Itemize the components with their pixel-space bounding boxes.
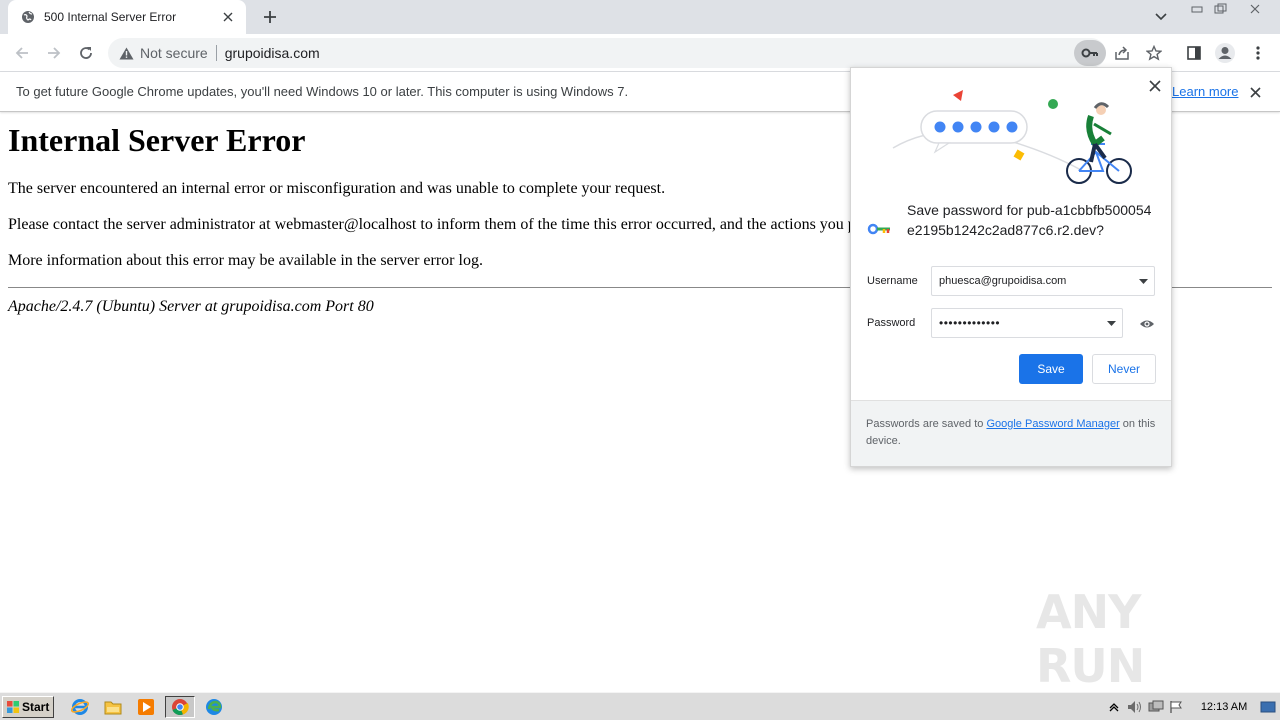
footer-text-prefix: Passwords are saved to	[866, 418, 987, 430]
error-paragraph-3: More information about this error may be…	[8, 252, 483, 269]
start-label: Start	[22, 700, 50, 714]
network-icon[interactable]	[1145, 697, 1166, 717]
reload-button[interactable]	[72, 39, 100, 67]
password-value[interactable]: •••••••••••••	[939, 316, 1100, 330]
password-illustration	[892, 90, 1132, 184]
edge-icon[interactable]	[199, 696, 229, 718]
key-icon	[867, 223, 890, 235]
warning-icon[interactable]	[118, 45, 134, 61]
minimize-button[interactable]	[1184, 0, 1210, 18]
close-tab-icon[interactable]	[220, 9, 236, 25]
username-label: Username	[867, 275, 918, 287]
show-password-eye-icon[interactable]	[1137, 316, 1157, 332]
globe-icon	[20, 9, 36, 25]
password-dropdown-icon[interactable]	[1100, 309, 1122, 337]
tab-active[interactable]: 500 Internal Server Error	[8, 0, 246, 34]
back-button[interactable]	[8, 39, 36, 67]
volume-icon[interactable]	[1125, 697, 1146, 717]
side-panel-icon[interactable]	[1180, 39, 1208, 67]
username-field[interactable]: phuesca@grupoidisa.com	[931, 266, 1155, 296]
tray-expand-icon[interactable]	[1104, 697, 1125, 717]
profile-avatar-icon[interactable]	[1211, 39, 1239, 67]
never-button[interactable]: Never	[1092, 354, 1156, 384]
window-close-button[interactable]	[1242, 0, 1268, 18]
media-player-icon[interactable]	[131, 696, 161, 718]
file-explorer-icon[interactable]	[98, 696, 128, 718]
restore-button[interactable]	[1208, 0, 1234, 18]
system-tray: 12:13 AM	[1104, 696, 1278, 718]
chrome-taskbar-icon[interactable]	[165, 696, 195, 718]
username-value[interactable]: phuesca@grupoidisa.com	[939, 275, 1132, 287]
start-button[interactable]: Start	[2, 696, 54, 718]
forward-button[interactable]	[40, 39, 68, 67]
infobar-close-icon[interactable]	[1246, 83, 1264, 101]
password-field[interactable]: •••••••••••••	[931, 308, 1123, 338]
address-bar[interactable]: Not secure grupoidisa.com	[108, 38, 1106, 68]
dialog-title: Save password for pub-a1cbbfb500054e2195…	[907, 202, 1152, 238]
tab-strip: 500 Internal Server Error	[0, 0, 1280, 34]
show-desktop-icon[interactable]	[1257, 697, 1278, 717]
tab-title: 500 Internal Server Error	[44, 10, 177, 24]
new-tab-button[interactable]	[258, 5, 282, 29]
windows-taskbar: Start 12:13 AM	[0, 692, 1280, 720]
windows-logo-icon	[7, 701, 19, 713]
learn-more-link[interactable]: Learn more	[1172, 84, 1238, 99]
screen: 500 Internal Server Error Not secure gru…	[0, 0, 1280, 720]
dialog-footer: Passwords are saved to Google Password M…	[851, 400, 1171, 466]
page-title: Internal Server Error	[8, 122, 306, 158]
share-icon[interactable]	[1108, 39, 1136, 67]
bookmark-star-icon[interactable]	[1140, 39, 1168, 67]
password-label: Password	[867, 317, 916, 329]
tab-search-chevron-icon[interactable]	[1150, 6, 1172, 28]
infobar-message: To get future Google Chrome updates, you…	[16, 84, 629, 99]
watermark-text: ANY RUN	[1036, 585, 1145, 693]
url-text[interactable]: grupoidisa.com	[225, 45, 320, 61]
menu-kebab-icon[interactable]	[1244, 39, 1272, 67]
save-button[interactable]: Save	[1019, 354, 1083, 384]
taskbar-clock[interactable]: 12:13 AM	[1201, 701, 1247, 713]
password-manager-link[interactable]: Google Password Manager	[986, 418, 1119, 430]
password-key-icon[interactable]	[1074, 40, 1106, 66]
error-paragraph-2: Please contact the server administrator …	[8, 216, 907, 233]
save-password-dialog: Save password for pub-a1cbbfb500054e2195…	[850, 67, 1172, 467]
internet-explorer-icon[interactable]	[65, 696, 95, 718]
separator	[215, 45, 217, 61]
username-dropdown-icon[interactable]	[1132, 267, 1154, 295]
action-center-flag-icon[interactable]	[1166, 697, 1187, 717]
dialog-close-icon[interactable]	[1145, 76, 1165, 96]
error-paragraph-1: The server encountered an internal error…	[8, 180, 666, 197]
anyrun-watermark: ANY RUN	[1036, 585, 1236, 693]
server-signature: Apache/2.4.7 (Ubuntu) Server at grupoidi…	[8, 298, 374, 315]
security-label[interactable]: Not secure	[140, 45, 208, 61]
